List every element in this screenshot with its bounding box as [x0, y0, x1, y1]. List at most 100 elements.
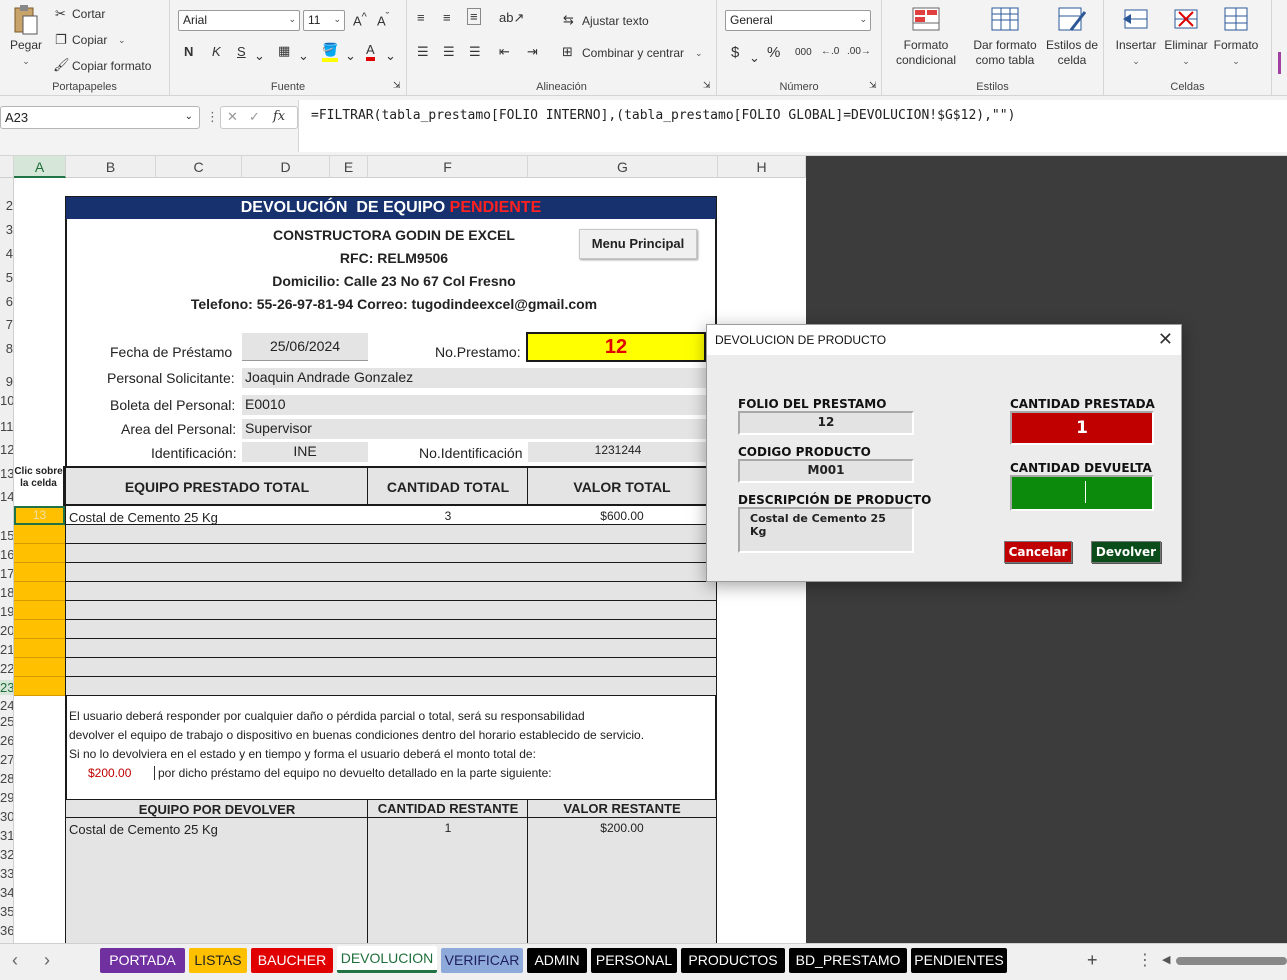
folio-cell[interactable]: [14, 582, 65, 601]
borders-dropdown-icon[interactable]: ⌄: [298, 48, 309, 64]
qty-returned-field[interactable]: [1010, 475, 1154, 511]
row-header[interactable]: 23: [0, 680, 13, 695]
insert-function-button[interactable]: fx: [273, 109, 285, 124]
row-header[interactable]: 27: [0, 752, 13, 767]
scrollbar-thumb[interactable]: [1176, 957, 1287, 965]
currency-button[interactable]: $: [731, 44, 739, 61]
folio-cell-selected[interactable]: 13: [14, 506, 65, 525]
row-header[interactable]: 30: [0, 809, 13, 824]
paste-button[interactable]: Pegar ⌄: [6, 4, 46, 69]
format-painter-icon[interactable]: 🖌: [53, 57, 70, 73]
tab-verificar[interactable]: VERIFICAR: [441, 948, 523, 973]
merge-dropdown-icon[interactable]: ⌄: [695, 48, 703, 59]
align-top-icon[interactable]: ≡: [417, 10, 425, 25]
row-header[interactable]: 10: [0, 393, 13, 408]
row-header[interactable]: 25: [0, 714, 13, 729]
horizontal-scrollbar[interactable]: ◀: [1162, 954, 1287, 968]
folio-cell[interactable]: [14, 658, 65, 677]
add-sheet-icon[interactable]: +: [1087, 950, 1098, 971]
increase-font-icon[interactable]: A^: [353, 11, 367, 28]
wrap-text-icon[interactable]: ⇆: [563, 12, 574, 28]
cancel-icon[interactable]: ✕: [227, 109, 238, 125]
borders-icon[interactable]: ▦: [278, 43, 290, 59]
column-header-c[interactable]: C: [156, 156, 242, 178]
row-header[interactable]: 31: [0, 828, 13, 843]
more-options-icon[interactable]: ⋮: [1137, 950, 1153, 970]
format-painter-label[interactable]: Copiar formato: [72, 59, 151, 73]
row-header[interactable]: 2: [0, 198, 13, 213]
folio-cell[interactable]: [14, 601, 65, 620]
copy-icon[interactable]: ❐: [55, 32, 67, 48]
table-row[interactable]: [66, 601, 716, 620]
table-row[interactable]: [66, 620, 716, 639]
merge-center-icon[interactable]: ⊞: [562, 44, 573, 60]
tab-pendientes[interactable]: PENDIENTES: [911, 948, 1007, 973]
decrease-decimal-icon[interactable]: .00→: [847, 46, 871, 57]
cut-icon[interactable]: ✂: [55, 6, 66, 22]
code-field[interactable]: M001: [738, 459, 914, 483]
column-header-f[interactable]: F: [368, 156, 528, 178]
wrap-text-button[interactable]: Ajustar texto: [582, 14, 649, 28]
align-right-icon[interactable]: ☰: [469, 44, 481, 60]
row-header[interactable]: 18: [0, 585, 13, 600]
row-header[interactable]: 4: [0, 246, 13, 261]
row-header[interactable]: 35: [0, 904, 13, 919]
column-header-e[interactable]: E: [330, 156, 368, 178]
currency-dropdown-icon[interactable]: ⌄: [749, 50, 760, 66]
align-left-icon[interactable]: ☰: [417, 44, 429, 60]
menu-principal-button[interactable]: Menu Principal: [579, 229, 697, 259]
delete-button[interactable]: Eliminar ⌄: [1160, 4, 1212, 69]
align-center-icon[interactable]: ☰: [443, 44, 455, 60]
row-header[interactable]: 17: [0, 566, 13, 581]
row-header[interactable]: 24: [0, 698, 13, 713]
align-middle-icon[interactable]: ≡: [443, 10, 451, 25]
number-format-combo[interactable]: General ⌄: [725, 10, 871, 31]
folio-cell[interactable]: [14, 677, 65, 696]
tab-listas[interactable]: LISTAS: [189, 948, 247, 973]
copy-label[interactable]: Copiar: [72, 33, 107, 47]
scroll-left-icon[interactable]: ◀: [1162, 953, 1170, 966]
cut-label[interactable]: Cortar: [72, 7, 105, 21]
close-icon[interactable]: ✕: [1158, 329, 1173, 350]
font-color-icon[interactable]: A: [366, 42, 375, 61]
row-header[interactable]: 8: [0, 341, 13, 356]
insert-button[interactable]: Insertar ⌄: [1112, 4, 1160, 69]
row-header[interactable]: 6: [0, 294, 13, 309]
orientation-icon[interactable]: ab↗: [499, 10, 524, 26]
table-row[interactable]: [66, 639, 716, 658]
folio-cell[interactable]: [14, 639, 65, 658]
tab-personal[interactable]: PERSONAL: [591, 948, 677, 973]
align-bottom-icon[interactable]: ≡: [467, 8, 481, 25]
folio-cell[interactable]: [14, 525, 65, 544]
fill-dropdown-icon[interactable]: ⌄: [345, 48, 356, 64]
table-row[interactable]: [66, 525, 716, 544]
font-size-combo[interactable]: 11 ⌄: [303, 10, 345, 31]
cell-styles-button[interactable]: Estilos de celda: [1042, 4, 1102, 68]
percent-button[interactable]: %: [767, 44, 780, 61]
tab-prev-icon[interactable]: ‹: [12, 950, 18, 971]
worksheet[interactable]: DEVOLUCIÓN DE EQUIPO PENDIENTE CONSTRUCT…: [14, 178, 806, 943]
row-header[interactable]: 11: [0, 419, 13, 434]
row-header[interactable]: 32: [0, 847, 13, 862]
underline-dropdown-icon[interactable]: ⌄: [254, 48, 265, 64]
row-header[interactable]: 21: [0, 642, 13, 657]
column-header-a[interactable]: A: [14, 156, 66, 178]
row-header[interactable]: 15: [0, 528, 13, 543]
row-header[interactable]: 34: [0, 885, 13, 900]
tab-bd-prestamo[interactable]: BD_PRESTAMO: [789, 948, 907, 973]
column-header-d[interactable]: D: [242, 156, 330, 178]
tab-next-icon[interactable]: ›: [44, 950, 50, 971]
increase-indent-icon[interactable]: ⇥: [527, 44, 538, 60]
format-button[interactable]: Formato ⌄: [1212, 4, 1260, 69]
folio-field[interactable]: 12: [738, 411, 914, 435]
increase-decimal-icon[interactable]: ←.0: [821, 46, 839, 57]
table-row[interactable]: [66, 563, 716, 582]
dialog-titlebar[interactable]: DEVOLUCION DE PRODUCTO ✕: [707, 325, 1181, 355]
format-as-table-button[interactable]: Dar formato como tabla: [966, 4, 1044, 68]
enter-icon[interactable]: ✓: [249, 109, 260, 125]
row-header[interactable]: 16: [0, 547, 13, 562]
row-header[interactable]: 13: [0, 466, 13, 481]
folio-cell[interactable]: [14, 544, 65, 563]
formula-input[interactable]: =FILTRAR(tabla_prestamo[FOLIO INTERNO],(…: [298, 100, 1287, 152]
tab-devolucion[interactable]: DEVOLUCION: [337, 946, 437, 973]
